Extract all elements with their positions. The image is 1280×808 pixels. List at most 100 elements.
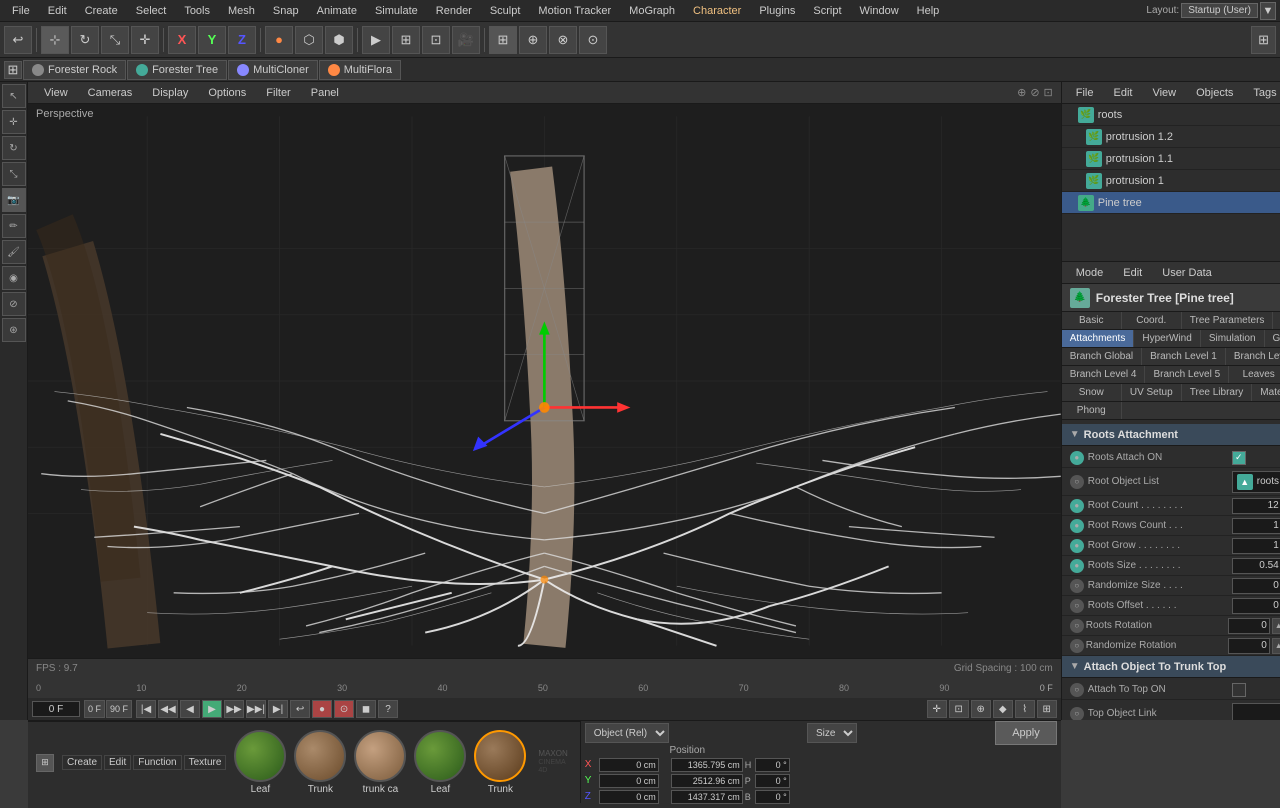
randomize-rotation-x-spin[interactable]: ▲ [1272, 638, 1280, 654]
rotate-tool[interactable]: ↻ [71, 26, 99, 54]
top-object-link-icon[interactable]: ○ [1070, 707, 1084, 721]
tab-tree-params[interactable]: Tree Parameters [1182, 312, 1274, 329]
material-trunk-ca[interactable]: trunk ca [354, 730, 406, 795]
menu-item-edit[interactable]: Edit [40, 3, 75, 19]
menu-item-sculpt[interactable]: Sculpt [482, 3, 529, 19]
select-move-tool[interactable]: ⊹ [41, 26, 69, 54]
tl-next-frame[interactable]: ▶▶ [224, 700, 244, 718]
tl-next-key[interactable]: ▶▶| [246, 700, 266, 718]
rotate-left-tool[interactable]: ↻ [2, 136, 26, 160]
obj-tab-forester-rock[interactable]: Forester Rock [23, 60, 126, 80]
obj-row-protrusion-1[interactable]: 🌿 protrusion 1 ◈ ✓ [1062, 170, 1280, 192]
camera-tool[interactable]: 📷 [2, 188, 26, 212]
x-axis-button[interactable]: X [168, 26, 196, 54]
randomize-rotation-x[interactable] [1228, 638, 1270, 654]
z-pos-val-input[interactable] [671, 790, 743, 804]
tab-material-selections[interactable]: Material Selections [1252, 384, 1280, 401]
tl-record-stop[interactable]: ◼ [356, 700, 376, 718]
view-menu[interactable]: View [36, 86, 76, 100]
menu-item-plugins[interactable]: Plugins [751, 3, 803, 19]
roots-rotation-x-spin[interactable]: ▲ [1272, 618, 1280, 634]
obj-mgr-file[interactable]: File [1070, 85, 1100, 101]
pen-tool[interactable]: ✏ [2, 214, 26, 238]
x-pos-input[interactable] [599, 758, 659, 772]
x-pos-val-input[interactable] [671, 758, 743, 772]
tab-simulation[interactable]: Simulation [1201, 330, 1265, 347]
attach-top-checkbox[interactable] [1232, 683, 1246, 697]
attr-mgr-edit[interactable]: Edit [1117, 265, 1148, 281]
tab-branch-level-5[interactable]: Branch Level 5 [1145, 366, 1229, 383]
obj-row-protrusion-1-1[interactable]: 🌿 protrusion 1.1 ◈ ✓ [1062, 148, 1280, 170]
layout-preset[interactable]: Startup (User) [1181, 3, 1258, 18]
menu-item-window[interactable]: Window [852, 3, 907, 19]
menu-item-mesh[interactable]: Mesh [220, 3, 263, 19]
z-pos-input[interactable] [599, 790, 659, 804]
tab-hyperwind[interactable]: HyperWind [1134, 330, 1200, 347]
obj-mgr-objects[interactable]: Objects [1190, 85, 1239, 101]
knife-tool[interactable]: ⊘ [2, 292, 26, 316]
menu-item-create[interactable]: Create [77, 3, 126, 19]
layout-dropdown[interactable]: ▼ [1260, 2, 1276, 20]
tl-prev-key[interactable]: ◀◀ [158, 700, 178, 718]
y-pos-input[interactable] [599, 774, 659, 788]
mat-menu-create[interactable]: Create [62, 755, 102, 770]
material-leaf-1[interactable]: Leaf [234, 730, 286, 795]
y-axis-button[interactable]: Y [198, 26, 226, 54]
roots-attachment-section[interactable]: ▼ Roots Attachment [1062, 424, 1280, 446]
attr-mgr-user-data[interactable]: User Data [1156, 265, 1218, 281]
distribute[interactable]: ⊙ [579, 26, 607, 54]
scale-tool[interactable]: ⤡ [101, 26, 129, 54]
obj-tab-forester-tree[interactable]: Forester Tree [127, 60, 227, 80]
tl-rotate-tool-small[interactable]: ⊡ [949, 700, 969, 718]
hair-tool[interactable]: ⊛ [2, 318, 26, 342]
tl-move-tool-small[interactable]: ✛ [927, 700, 947, 718]
tl-record-auto[interactable]: ⊙ [334, 700, 354, 718]
tl-play[interactable]: ▶ [202, 700, 222, 718]
roots-offset-input[interactable] [1232, 598, 1280, 614]
root-object-list-icon[interactable]: ○ [1070, 475, 1084, 489]
tl-record-help[interactable]: ? [378, 700, 398, 718]
undo-button[interactable]: ↩ [4, 26, 32, 54]
tl-layout-btn[interactable]: ⊞ [1037, 700, 1057, 718]
attach-top-on-icon[interactable]: ○ [1070, 683, 1084, 697]
edges-mode[interactable]: ⬡ [295, 26, 323, 54]
top-object-field[interactable] [1232, 703, 1280, 721]
roots-rotation-icon[interactable]: ○ [1070, 619, 1084, 633]
root-rows-count-icon[interactable]: ● [1070, 519, 1084, 533]
obj-tab-multiflora[interactable]: MultiFlora [319, 60, 401, 80]
root-grow-input[interactable] [1232, 538, 1280, 554]
menu-item-animate[interactable]: Animate [309, 3, 365, 19]
render-settings[interactable]: 🎥 [452, 26, 480, 54]
display-menu[interactable]: Display [144, 86, 196, 100]
tl-speed-btn[interactable]: 0 F [84, 700, 105, 718]
tab-tree-library[interactable]: Tree Library [1182, 384, 1253, 401]
tab-branch-level-4[interactable]: Branch Level 4 [1062, 366, 1146, 383]
render-preview[interactable]: ▶ [362, 26, 390, 54]
root-grow-icon[interactable]: ● [1070, 539, 1084, 553]
panel-menu[interactable]: Panel [303, 86, 347, 100]
menu-item-tools[interactable]: Tools [176, 3, 218, 19]
select-tool[interactable]: ↖ [2, 84, 26, 108]
menu-item-mograph[interactable]: MoGraph [621, 3, 683, 19]
polygons-mode[interactable]: ⬢ [325, 26, 353, 54]
sculpt-left-tool[interactable]: ◉ [2, 266, 26, 290]
points-mode[interactable]: ● [265, 26, 293, 54]
tl-first-frame[interactable]: |◀ [136, 700, 156, 718]
h-rot-input[interactable] [755, 758, 790, 772]
apply-button[interactable]: Apply [995, 721, 1057, 745]
tab-leaves[interactable]: Leaves [1229, 366, 1280, 383]
paint-tool[interactable]: 🖌 [2, 240, 26, 264]
randomize-rotation-icon[interactable]: ○ [1070, 639, 1084, 653]
mat-menu-function[interactable]: Function [133, 755, 181, 770]
root-count-input[interactable] [1232, 498, 1280, 514]
y-pos-val-input[interactable] [671, 774, 743, 788]
snap-button[interactable]: ⊕ [519, 26, 547, 54]
menu-item-script[interactable]: Script [805, 3, 849, 19]
tl-record-red[interactable]: ● [312, 700, 332, 718]
randomize-size-icon[interactable]: ○ [1070, 579, 1084, 593]
tab-snow[interactable]: Snow [1062, 384, 1122, 401]
root-object-field[interactable]: ▲ roots [1232, 471, 1280, 493]
menu-item-render[interactable]: Render [428, 3, 480, 19]
roots-attach-on-icon[interactable]: ● [1070, 451, 1084, 465]
menu-item-motion[interactable]: Motion Tracker [530, 3, 619, 19]
